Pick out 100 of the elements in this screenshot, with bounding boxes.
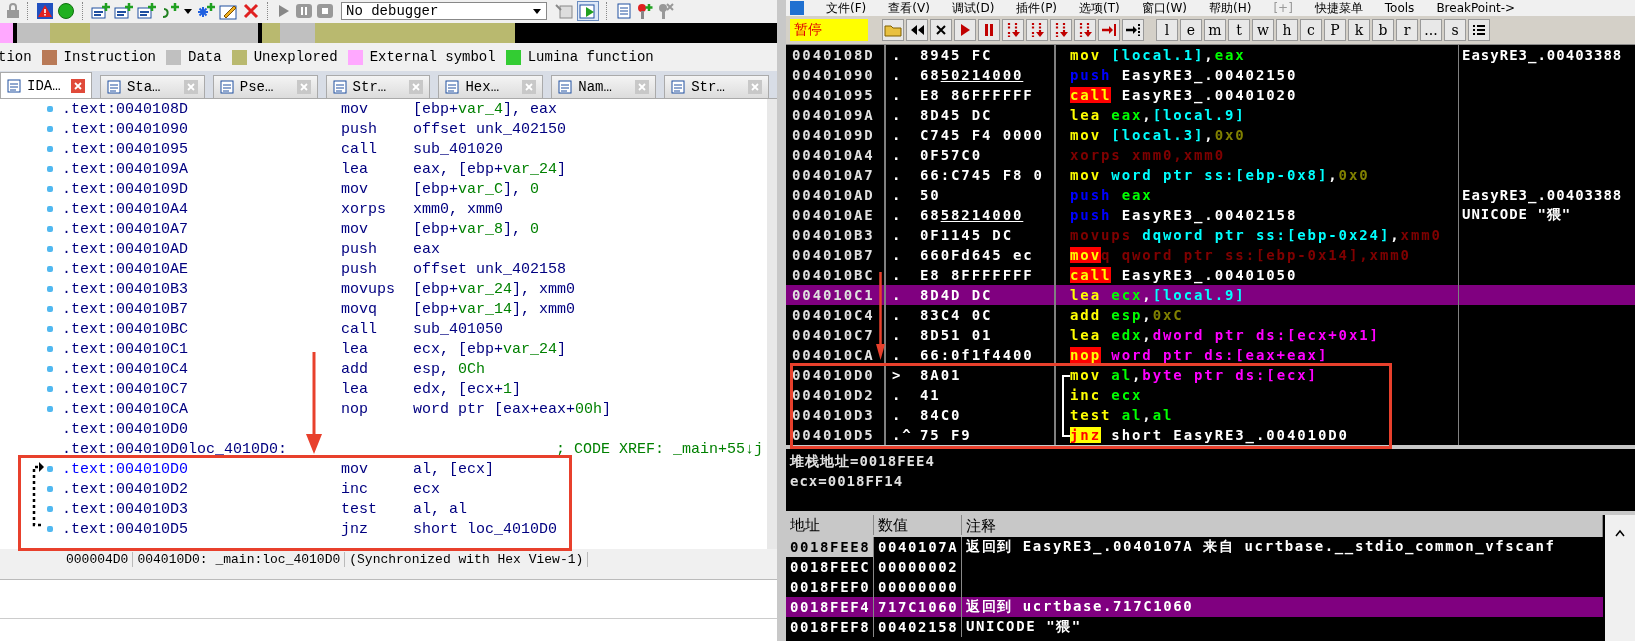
window-button[interactable]: w	[1252, 19, 1274, 41]
add-string-icon[interactable]	[160, 2, 180, 20]
tab-close-button[interactable]	[522, 80, 537, 94]
disassembly-row[interactable]: 004010AD . 50 push eax EasyRE3_.00403388	[786, 185, 1635, 205]
disassembly-row[interactable]: 004010B3 . 0F1145 DC movups dqword ptr ss:[ebp-0x24],xmm0	[786, 225, 1635, 245]
stack-row[interactable]: 0018FEEC 00000002	[786, 557, 1603, 577]
tab-close-button[interactable]	[748, 80, 763, 94]
menu-item[interactable]: 调试(D)	[951, 0, 995, 16]
lock-icon[interactable]	[6, 3, 20, 19]
disassembly-row[interactable]: 004010B7 . 660Fd645 ec movq qword ptr ss:[ebp-0x14],xmm0	[786, 245, 1635, 265]
window-button[interactable]: ...	[1420, 19, 1442, 41]
tab-close-button[interactable]	[70, 78, 85, 93]
hex-cell: 75 F9	[920, 425, 1056, 445]
mnemonic-text: test	[341, 500, 378, 518]
pause-icon[interactable]	[295, 2, 313, 20]
list-button[interactable]	[1468, 19, 1490, 41]
menu-item[interactable]: Tools	[1384, 1, 1415, 15]
pencil-icon[interactable]	[219, 2, 239, 20]
window-button[interactable]: k	[1348, 19, 1370, 41]
window-button[interactable]: t	[1228, 19, 1250, 41]
disassembly-row[interactable]: 00401090 . 6850214000 push EasyRE3_.00402150	[786, 65, 1635, 85]
close-button[interactable]	[930, 19, 952, 41]
disassembly-row[interactable]: 004010D0 > 8A01 mov al,byte ptr ds:[ecx]	[786, 365, 1635, 385]
run-icon[interactable]	[577, 1, 599, 21]
debugger-dropdown[interactable]: No debugger	[341, 2, 547, 20]
view-tab[interactable]: Sta…	[99, 75, 205, 98]
navigation-band-drawing[interactable]	[0, 23, 777, 43]
restart-button[interactable]	[906, 19, 928, 41]
window-button[interactable]: l	[1156, 19, 1178, 41]
column-header[interactable]: 注释	[962, 515, 1603, 537]
stop-icon[interactable]	[316, 2, 334, 20]
step-button[interactable]	[1026, 19, 1048, 41]
menu-item[interactable]: 插件(P)	[1016, 0, 1058, 16]
add-item-icon[interactable]	[114, 2, 134, 20]
menu-item[interactable]: BreakPoint->	[1436, 1, 1516, 15]
disassembly-row[interactable]: 004010A4 . 0F57C0 xorps xmm0,xmm0	[786, 145, 1635, 165]
disassembly-row[interactable]: 00401095 . E8 86FFFFFF call EasyRE3_.00401020	[786, 85, 1635, 105]
window-button[interactable]: h	[1276, 19, 1298, 41]
column-header[interactable]: 数值	[874, 515, 962, 535]
window-button[interactable]: c	[1300, 19, 1322, 41]
window-button[interactable]: e	[1180, 19, 1202, 41]
menu-item[interactable]: 帮助(H)	[1209, 0, 1252, 16]
disassembly-row[interactable]: 004010D3 . 84C0 test al,al	[786, 405, 1635, 425]
tab-close-button[interactable]	[296, 80, 311, 94]
address-text: .text:004010D5	[62, 520, 190, 538]
breakpoint-remove-icon[interactable]	[657, 2, 675, 20]
asterisk-plus-icon[interactable]	[196, 2, 216, 20]
address-text: .text:004010BC	[62, 320, 190, 338]
view-tab[interactable]: Str…	[325, 75, 431, 98]
stack-row[interactable]: 0018FEF8 00402158 UNICODE "猥"	[786, 617, 1603, 637]
status-text: 000004D0	[62, 551, 134, 567]
stack-row[interactable]: 0018FEF4 717C1060 返回到 ucrtbase.717C1060	[786, 597, 1603, 617]
goto-button[interactable]	[1122, 19, 1144, 41]
attach-icon[interactable]	[554, 2, 574, 20]
run-button[interactable]	[954, 19, 976, 41]
view-tab[interactable]: IDA…	[0, 72, 92, 98]
menu-item[interactable]: 窗口(W)	[1141, 0, 1187, 16]
address-cell: 004010D2	[786, 385, 886, 405]
window-button[interactable]: b	[1372, 19, 1394, 41]
view-tab[interactable]: Hex…	[438, 75, 544, 98]
step-button[interactable]	[1050, 19, 1072, 41]
menu-item[interactable]: 选项(T)	[1079, 0, 1120, 16]
tab-close-button[interactable]	[635, 80, 650, 94]
add-item-icon[interactable]	[137, 2, 157, 20]
menu-item[interactable]: 查看(V)	[888, 0, 930, 16]
circle-icon[interactable]	[57, 2, 75, 20]
tab-close-button[interactable]	[409, 80, 424, 94]
warning-icon[interactable]	[36, 2, 54, 20]
return-button[interactable]	[1098, 19, 1120, 41]
disassembly-row[interactable]: 0040109D . C745 F4 0000 mov [local.3],0x0	[786, 125, 1635, 145]
window-button[interactable]: s	[1444, 19, 1466, 41]
window-button[interactable]: P	[1324, 19, 1346, 41]
step-button[interactable]	[1002, 19, 1024, 41]
view-tab[interactable]: Pse…	[212, 75, 318, 98]
close-icon[interactable]	[242, 2, 260, 20]
disassembly-row[interactable]: 004010A7 . 66:C745 F8 0 mov word ptr ss:[ebp-0x8],0x0	[786, 165, 1635, 185]
disassembly-row[interactable]: 004010AE . 6858214000 push EasyRE3_.00402158 UNICODE "猥"	[786, 205, 1635, 225]
list-icon[interactable]	[615, 2, 633, 20]
stack-row[interactable]: 0018FEE8 0040107A 返回到 EasyRE3_.0040107A 来自 ucrtbase.__stdio_common_vfscanf	[786, 537, 1603, 557]
menu-item[interactable]: 快捷菜单	[1314, 0, 1363, 16]
tab-close-button[interactable]	[183, 80, 198, 94]
disassembly-row[interactable]: 004010C4 . 83C4 0C add esp,0xC	[786, 305, 1635, 325]
column-header[interactable]: 地址	[786, 515, 874, 535]
mnemonic-text: add	[341, 360, 369, 378]
window-button[interactable]: r	[1396, 19, 1418, 41]
disassembly-row[interactable]: 004010C1 . 8D4D DC lea ecx,[local.9]	[786, 285, 1635, 305]
disassembly-row[interactable]: 0040109A . 8D45 DC lea eax,[local.9]	[786, 105, 1635, 125]
hex-cell: 50	[920, 185, 1056, 205]
menu-item[interactable]: 文件(F)	[826, 0, 867, 16]
disassembly-row[interactable]: 004010D2 . 41 inc ecx	[786, 385, 1635, 405]
window-button[interactable]: m	[1204, 19, 1226, 41]
add-item-icon[interactable]	[91, 2, 111, 20]
step-button[interactable]	[1074, 19, 1096, 41]
pause-button[interactable]	[978, 19, 1000, 41]
view-tab[interactable]: Str…	[664, 75, 770, 98]
view-tab[interactable]: Nam…	[551, 75, 657, 98]
disassembly-row[interactable]: 0040108D . 8945 FC mov [local.1],eax EasyRE3_.00403388	[786, 45, 1635, 65]
marker-cell-text: .	[891, 287, 904, 303]
breakpoint-icon[interactable]	[636, 2, 654, 20]
disassembly-row[interactable]: 004010D5 .^ 75 F9 jnz short EasyRE3_.004010D0	[786, 425, 1635, 445]
